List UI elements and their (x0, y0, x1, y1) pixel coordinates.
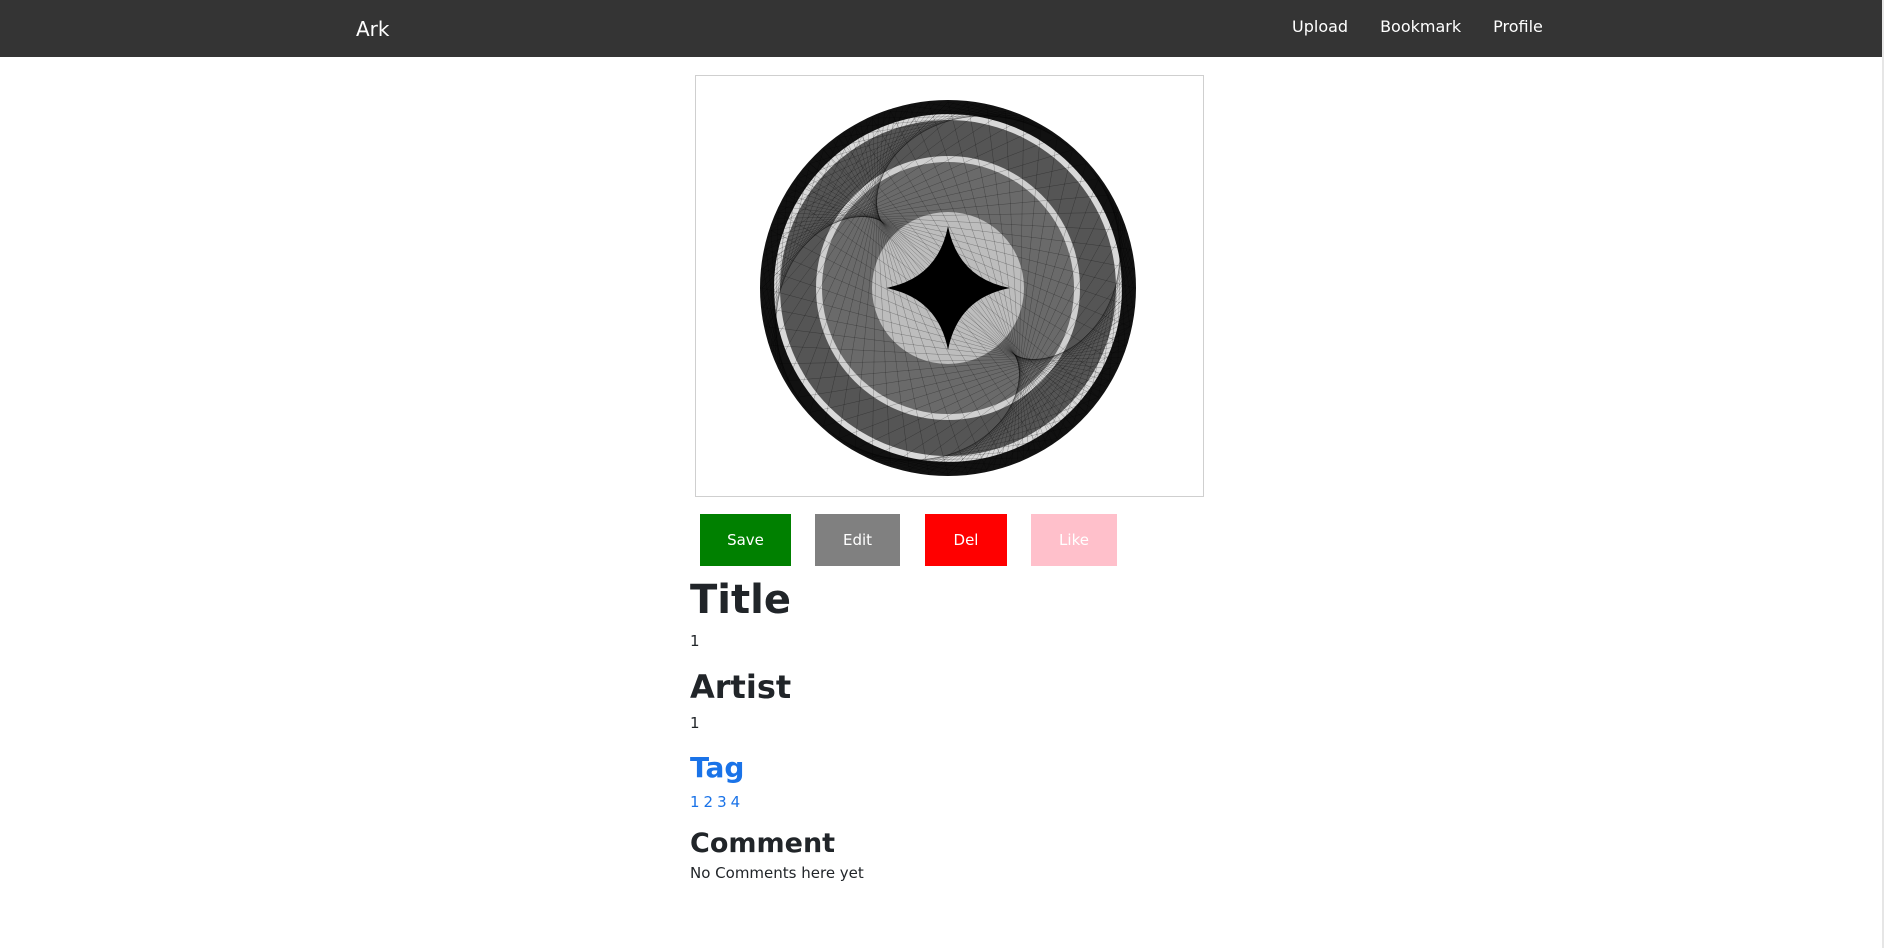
tag-heading-link[interactable]: Tag (690, 749, 744, 787)
tag-list: 1234 (690, 792, 744, 812)
tag-link-2[interactable]: 2 (704, 793, 714, 811)
delete-button[interactable]: Del (925, 514, 1007, 566)
nav-upload-link[interactable]: Upload (1292, 16, 1348, 38)
edit-button[interactable]: Edit (815, 514, 900, 566)
artwork-image (760, 100, 1136, 476)
like-button[interactable]: Like (1031, 514, 1117, 566)
title-heading: Title (690, 577, 791, 623)
comment-heading: Comment (690, 828, 836, 859)
artwork-frame (695, 75, 1204, 497)
save-button[interactable]: Save (700, 514, 791, 566)
navbar: Ark Upload Bookmark Profile (0, 0, 1882, 57)
tag-link-1[interactable]: 1 (690, 793, 700, 811)
tag-link-3[interactable]: 3 (717, 793, 727, 811)
nav-profile-link[interactable]: Profile (1493, 16, 1543, 38)
artist-heading: Artist (690, 668, 792, 706)
brand-link[interactable]: Ark (356, 16, 390, 42)
nav-bookmark-link[interactable]: Bookmark (1380, 16, 1461, 38)
title-value: 1 (690, 632, 700, 650)
tag-link-4[interactable]: 4 (731, 793, 741, 811)
comment-empty-text: No Comments here yet (690, 864, 864, 882)
nav-links: Upload Bookmark Profile (1292, 16, 1575, 38)
artist-value: 1 (690, 714, 700, 732)
